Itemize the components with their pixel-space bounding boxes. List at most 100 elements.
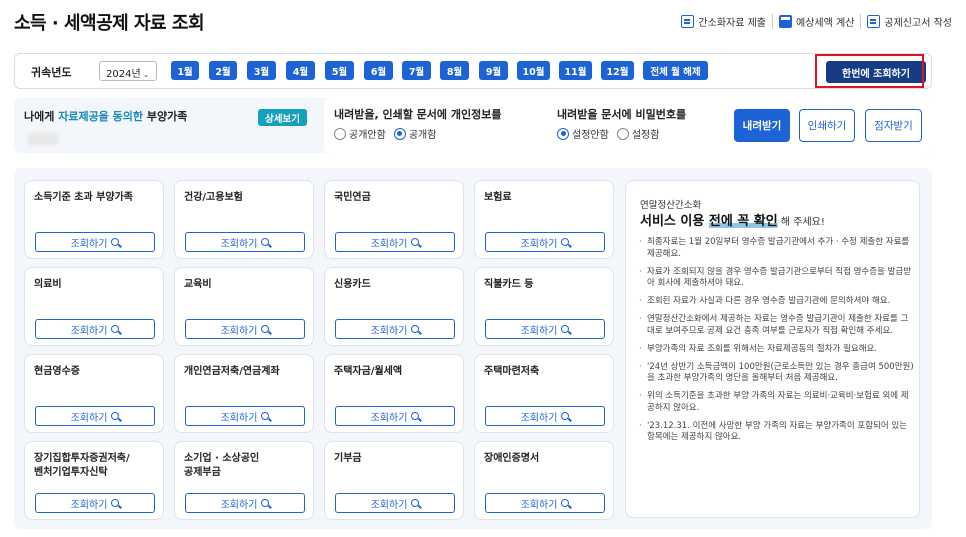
query-button-label: 조회하기 (520, 412, 558, 424)
radio-label: 공개함 (408, 130, 437, 141)
notice-list: 최종자료는 1월 20일부터 영수증 발급기관에서 추가 · 수정 제출한 자료… (638, 237, 914, 450)
category-title: 장애인증명서 (484, 453, 540, 464)
calculator-icon (779, 15, 793, 28)
category-query-button[interactable]: 조회하기 (35, 232, 155, 252)
radio-label: 공개안함 (349, 130, 386, 141)
personal-info-option-title: 내려받을, 인쇄할 문서에 개인정보를 (334, 108, 502, 121)
month-button-6[interactable]: 6월 (364, 61, 393, 80)
query-button-label: 조회하기 (520, 499, 558, 511)
top-link-label: 예상세액 계산 (796, 18, 855, 29)
redacted-dependent-name (28, 133, 58, 145)
category-query-button[interactable]: 조회하기 (35, 406, 155, 426)
category-card: 장기집합투자증권저축/ 벤처기업투자신탁조회하기 (24, 441, 164, 520)
month-button-7[interactable]: 7월 (402, 61, 431, 80)
category-query-button[interactable]: 조회하기 (35, 319, 155, 339)
category-query-button[interactable]: 조회하기 (35, 493, 155, 513)
query-button-label: 조회하기 (370, 238, 408, 250)
category-title: 주택자금/월세액 (334, 366, 403, 377)
top-links: 간소화자료 제출 예상세액 계산 공제신고서 작성 (675, 14, 958, 29)
category-query-button[interactable]: 조회하기 (335, 493, 455, 513)
category-card: 신용카드 조회하기 (324, 267, 464, 346)
notice-heading: 서비스 이용 전에 꼭 확인 해 주세요! (640, 210, 825, 229)
category-card: 기부금조회하기 (324, 441, 464, 520)
category-query-button[interactable]: 조회하기 (185, 493, 305, 513)
category-title: 장기집합투자증권저축/ 벤처기업투자신탁 (34, 453, 130, 478)
category-title: 국민연금 (334, 192, 371, 203)
password-option-title: 내려받을 문서에 비밀번호를 (557, 108, 687, 121)
query-button-label: 조회하기 (70, 499, 108, 511)
chevron-down-icon: ⌄ (142, 70, 150, 79)
braille-button[interactable]: 점자받기 (865, 109, 922, 142)
month-button-5[interactable]: 5월 (325, 61, 354, 80)
page-title: 소득 · 세액공제 자료 조회 (14, 13, 205, 34)
category-title: 주택마련저축 (484, 366, 540, 377)
query-all-button[interactable]: 한번에 조회하기 (826, 61, 926, 83)
query-button-label: 조회하기 (70, 238, 108, 250)
document-options-card: 내려받을, 인쇄할 문서에 개인정보를 공개안함 공개함 내려받을 문서에 비밀… (324, 98, 932, 153)
month-button-10[interactable]: 10월 (517, 61, 550, 80)
category-query-button[interactable]: 조회하기 (485, 319, 605, 339)
personal-info-radio-group: 공개안함 공개함 (334, 126, 436, 141)
clear-all-months-button[interactable]: 전체 월 해제 (643, 61, 708, 80)
password-radio-group: 설정안함 설정함 (557, 126, 659, 141)
category-card: 의료비 조회하기 (24, 267, 164, 346)
radio-hide-personal-info[interactable]: 공개안함 (334, 126, 386, 141)
category-query-button[interactable]: 조회하기 (485, 406, 605, 426)
query-button-label: 조회하기 (370, 499, 408, 511)
search-icon (111, 325, 120, 333)
category-query-button[interactable]: 조회하기 (185, 232, 305, 252)
notice-item: '24년 상반기 소득금액이 100만원(근로소득만 있는 경우 총급여 500… (638, 362, 914, 385)
category-query-button[interactable]: 조회하기 (335, 406, 455, 426)
month-button-3[interactable]: 3월 (247, 61, 276, 80)
view-details-button[interactable]: 상세보기 (258, 109, 307, 126)
year-label: 귀속년도 (31, 66, 72, 79)
estimate-tax-link[interactable]: 예상세액 계산 (772, 14, 860, 29)
month-button-1[interactable]: 1월 (171, 61, 199, 80)
radio-show-personal-info[interactable]: 공개함 (393, 126, 437, 141)
top-link-label: 공제신고서 작성 (884, 18, 952, 29)
notice-heading-suffix: 해 주세요! (777, 217, 825, 228)
year-select-value: 2024년 (106, 69, 141, 80)
search-icon (561, 238, 570, 246)
year-select[interactable]: 2024년 ⌄ (99, 61, 157, 81)
month-button-11[interactable]: 11월 (559, 61, 592, 80)
top-link-label: 간소화자료 제출 (698, 18, 767, 29)
options-panel: 나에게 자료제공을 동의한 부양가족 상세보기 내려받을, 인쇄할 문서에 개인… (14, 98, 932, 153)
search-icon (261, 412, 270, 420)
month-button-9[interactable]: 9월 (479, 61, 508, 80)
submit-simplified-data-link[interactable]: 간소화자료 제출 (675, 14, 772, 29)
category-query-button[interactable]: 조회하기 (485, 493, 605, 513)
month-button-12[interactable]: 12월 (601, 61, 634, 80)
notice-card: 연말정산간소화 서비스 이용 전에 꼭 확인 해 주세요! 최종자료는 1월 2… (625, 180, 920, 518)
write-deduction-form-link[interactable]: 공제신고서 작성 (860, 14, 958, 29)
category-query-button[interactable]: 조회하기 (185, 406, 305, 426)
radio-set-password[interactable]: 설정함 (616, 126, 660, 141)
radio-label: 설정함 (631, 130, 660, 141)
month-button-8[interactable]: 8월 (440, 61, 469, 80)
notice-item: 위의 소득기준을 초과한 부양 가족의 자료는 의료비·교육비·보험료 외에 제… (638, 391, 914, 414)
category-card: 소득기준 초과 부양가족 조회하기 (24, 180, 164, 259)
category-card: 현금영수증 조회하기 (24, 354, 164, 433)
category-card: 소기업 · 소상공인 공제부금 조회하기 (174, 441, 314, 520)
category-query-button[interactable]: 조회하기 (335, 232, 455, 252)
notice-item: 자료가 조회되지 않을 경우 영수증 발급기관으로부터 직접 영수증을 발급받아… (638, 267, 914, 290)
notice-heading-emphasis: 전에 꼭 확인 (708, 214, 778, 229)
deduction-category-panel: 소득기준 초과 부양가족 조회하기 건강/고용보험 조회하기 국민연금 조회하기 보험료 조회… (14, 168, 932, 529)
month-button-2[interactable]: 2월 (209, 61, 237, 80)
category-card: 장애인증명서조회하기 (474, 441, 614, 520)
download-button[interactable]: 내려받기 (734, 109, 790, 142)
category-query-button[interactable]: 조회하기 (335, 319, 455, 339)
query-button-label: 조회하기 (70, 325, 108, 337)
category-card: 주택마련저축조회하기 (474, 354, 614, 433)
print-button[interactable]: 인쇄하기 (799, 109, 855, 142)
category-title: 기부금 (334, 453, 362, 464)
month-button-4[interactable]: 4월 (286, 61, 315, 80)
dependents-title-prefix: 나에게 (24, 110, 59, 123)
category-query-button[interactable]: 조회하기 (185, 319, 305, 339)
radio-no-password[interactable]: 설정안함 (557, 126, 609, 141)
category-query-button[interactable]: 조회하기 (485, 232, 605, 252)
search-icon (561, 499, 570, 507)
category-card: 개인연금저축/연금계좌 조회하기 (174, 354, 314, 433)
year-month-filter-bar: 귀속년도 2024년 ⌄ 1월 2월 3월 4월 5월 6월 7월 8월 9월 1… (14, 53, 932, 89)
category-card: 건강/고용보험 조회하기 (174, 180, 314, 259)
